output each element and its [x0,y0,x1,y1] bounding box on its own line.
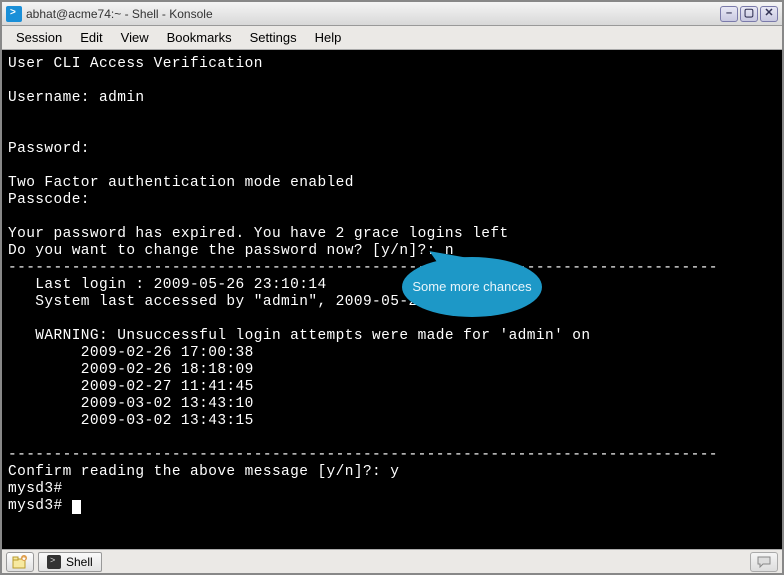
window-title: abhat@acme74:~ - Shell - Konsole [26,7,720,21]
menu-session[interactable]: Session [8,28,70,47]
terminal-line: 2009-02-27 11:41:45 [8,379,254,395]
statusbar-right-button[interactable] [750,552,778,572]
tab-shell[interactable]: Shell [38,552,102,572]
minimize-button[interactable]: – [720,6,738,22]
terminal-line: 2009-03-02 13:43:10 [8,396,254,412]
terminal-line: Your password has expired. You have 2 gr… [8,226,509,242]
new-tab-icon: ★ [12,555,28,569]
titlebar[interactable]: abhat@acme74:~ - Shell - Konsole – ▢ ✕ [2,2,782,26]
terminal-line: Do you want to change the password now? … [8,243,454,259]
menu-view[interactable]: View [113,28,157,47]
statusbar: ★ Shell [2,549,782,573]
terminal-line: Passcode: [8,192,90,208]
terminal[interactable]: User CLI Access Verification Username: a… [2,50,782,549]
terminal-hr: ----------------------------------------… [8,447,718,463]
terminal-line: User CLI Access Verification [8,56,263,72]
callout-text: Some more chances [412,279,531,295]
terminal-line: 2009-03-02 13:43:15 [8,413,254,429]
menu-edit[interactable]: Edit [72,28,110,47]
terminal-line: WARNING: Unsuccessful login attempts wer… [8,328,591,344]
shell-tab-icon [47,555,61,569]
terminal-line: 2009-02-26 17:00:38 [8,345,254,361]
menu-bookmarks[interactable]: Bookmarks [159,28,240,47]
speech-bubble-icon [756,556,772,568]
close-button[interactable]: ✕ [760,6,778,22]
svg-text:★: ★ [21,555,26,562]
terminal-hr: ----------------------------------------… [8,260,718,276]
terminal-prompt: mysd3# [8,498,81,514]
cursor [72,500,81,514]
menu-settings[interactable]: Settings [242,28,305,47]
menu-help[interactable]: Help [307,28,350,47]
terminal-line: System last accessed by "admin", 2009-05… [8,294,509,310]
new-tab-button[interactable]: ★ [6,552,34,572]
terminal-line: Two Factor authentication mode enabled [8,175,354,191]
terminal-line: Confirm reading the above message [y/n]?… [8,464,399,480]
maximize-button[interactable]: ▢ [740,6,758,22]
konsole-window: abhat@acme74:~ - Shell - Konsole – ▢ ✕ S… [0,0,784,575]
terminal-prompt: mysd3# [8,481,63,497]
terminal-line: 2009-02-26 18:18:09 [8,362,254,378]
menubar: Session Edit View Bookmarks Settings Hel… [2,26,782,50]
tab-label: Shell [66,555,93,569]
terminal-line: Last login : 2009-05-26 23:10:14 [8,277,327,293]
terminal-line: Password: [8,141,90,157]
terminal-line: Username: admin [8,90,145,106]
app-icon [6,6,22,22]
